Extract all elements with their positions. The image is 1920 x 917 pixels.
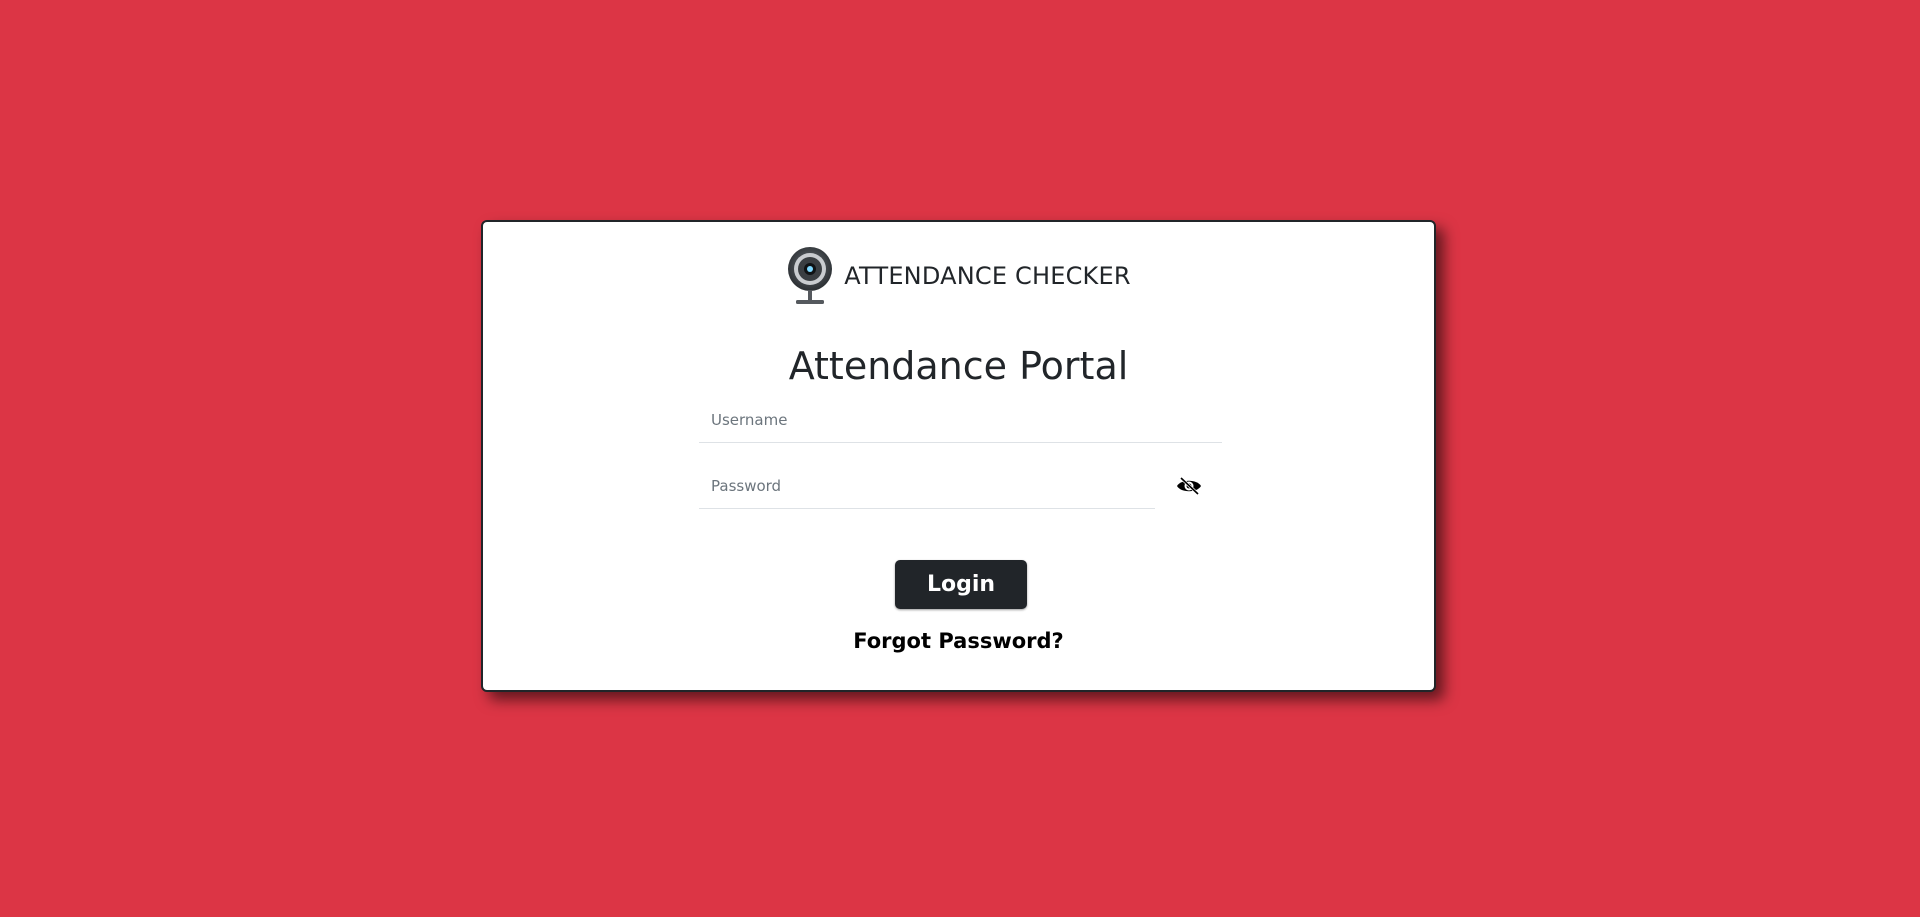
login-button[interactable]: Login bbox=[895, 560, 1027, 609]
login-card: ATTENDANCE CHECKER Attendance Portal Log… bbox=[481, 220, 1436, 692]
forgot-password-link[interactable]: Forgot Password? bbox=[483, 629, 1434, 653]
username-input[interactable] bbox=[699, 398, 1222, 443]
brand-header: ATTENDANCE CHECKER bbox=[483, 246, 1434, 306]
password-input[interactable] bbox=[699, 464, 1155, 509]
page-title: Attendance Portal bbox=[788, 344, 1129, 388]
brand-name: ATTENDANCE CHECKER bbox=[844, 262, 1131, 290]
eye-slash-icon[interactable] bbox=[1175, 474, 1203, 498]
webcam-icon bbox=[786, 246, 834, 306]
